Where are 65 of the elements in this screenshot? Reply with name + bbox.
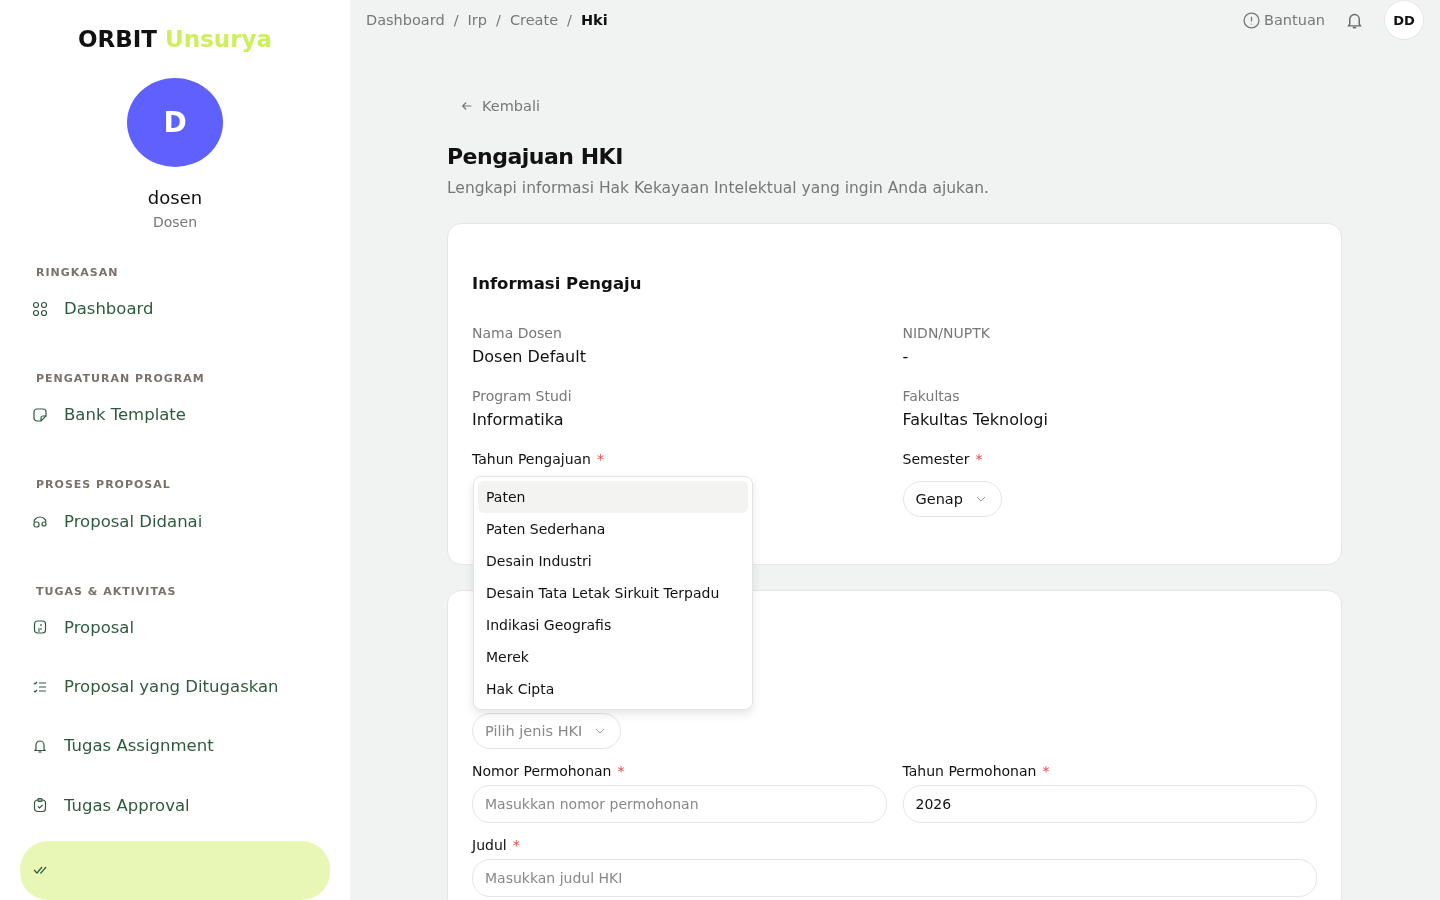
user-name: dosen	[147, 186, 203, 208]
dropdown-option[interactable]: Hak Cipta	[478, 673, 748, 705]
info-icon	[1243, 11, 1260, 29]
arrow-left-icon	[460, 99, 474, 113]
breadcrumb-link[interactable]: Create	[509, 12, 559, 28]
dropdown-option[interactable]: Indikasi Geografis	[478, 609, 748, 641]
note-icon	[32, 406, 48, 423]
logo: ORBIT Unsurya	[77, 26, 272, 52]
doc-icon	[32, 619, 48, 636]
info-value: Informatika	[472, 410, 565, 429]
sidebar-item[interactable]: Proposal Didanai	[20, 491, 330, 551]
sidebar-item[interactable]: Bank Template	[20, 385, 330, 445]
dropdown-option[interactable]: Paten	[478, 481, 748, 513]
breadcrumb-link[interactable]: Dashboard	[366, 12, 445, 28]
info-label: Nama Dosen	[472, 325, 563, 341]
info-value: Fakultas Teknologi	[902, 410, 1049, 429]
help-link[interactable]: Bantuan	[1243, 11, 1325, 29]
page-subtitle: Lengkapi informasi Hak Kekayaan Intelektual yang ingin Anda ajukan.	[447, 179, 991, 197]
breadcrumb-separator: /	[567, 12, 572, 28]
section-heading: TUGAS & AKTIVITAS	[36, 584, 178, 598]
page-title: Pengajuan HKI	[447, 144, 624, 169]
info-label: Fakultas	[902, 388, 961, 404]
info-label: NIDN/NUPTK	[902, 325, 991, 341]
input-field[interactable]: 2026	[902, 785, 1317, 823]
info-label: Program Studi	[472, 388, 573, 404]
user-avatar: D	[127, 78, 223, 167]
required-mark: *	[512, 837, 520, 853]
clipboard-icon	[32, 797, 48, 814]
user-avatar[interactable]: DD	[1384, 0, 1424, 40]
field-label: Semester	[902, 451, 970, 467]
field-label: Judul	[472, 837, 507, 853]
input-field[interactable]: Masukkan nomor permohonan	[472, 785, 887, 823]
dropdown-option[interactable]: Merek	[478, 641, 748, 673]
dropdown-option[interactable]: Paten Sederhana	[478, 513, 748, 545]
semester-select[interactable]: Genap	[902, 481, 1002, 517]
input-field[interactable]: Masukkan judul HKI	[472, 859, 1317, 897]
sidebar-item[interactable]: Proposal yang Ditugaskan	[20, 656, 330, 717]
hki-type-select[interactable]: Pilih jenis HKI	[472, 713, 622, 749]
required-mark: *	[1042, 763, 1050, 779]
user-role: Dosen	[152, 213, 198, 230]
card-title: Informasi Pengaju	[472, 274, 643, 293]
sidebar-item[interactable]: Tugas Assignment	[20, 716, 330, 776]
breadcrumb-link[interactable]: Irp	[467, 12, 487, 28]
sidebar-item[interactable]: Dashboard	[20, 278, 330, 339]
info-value: Dosen Default	[472, 347, 587, 366]
dropdown-option[interactable]: Desain Industri	[478, 545, 748, 577]
section-heading: RINGKASAN	[36, 265, 120, 279]
breadcrumb-separator: /	[453, 12, 459, 28]
sidebar-item[interactable]: Tugas Approval	[20, 775, 330, 835]
field-label: Tahun Pengajuan	[472, 451, 591, 467]
sidebar-item[interactable]: Proposal	[20, 597, 330, 657]
dropdown-option[interactable]: Desain Tata Letak Sirkuit Terpadu	[478, 577, 748, 609]
grid-icon	[32, 300, 48, 317]
bell-icon	[32, 737, 48, 754]
field-label: Nomor Permohonan	[472, 763, 612, 779]
section-heading: PROSES PROPOSAL	[36, 478, 172, 492]
required-mark: *	[975, 451, 983, 467]
breadcrumb-link[interactable]: Hki	[581, 12, 608, 28]
info-value: -	[902, 347, 910, 366]
back-link[interactable]: Kembali	[460, 98, 1342, 114]
required-mark: *	[617, 763, 625, 779]
field-label: Tahun Permohonan	[902, 763, 1037, 779]
section-heading: PENGATURAN PROGRAM	[36, 372, 206, 386]
required-mark: *	[597, 451, 604, 467]
breadcrumb-separator: /	[496, 12, 501, 28]
